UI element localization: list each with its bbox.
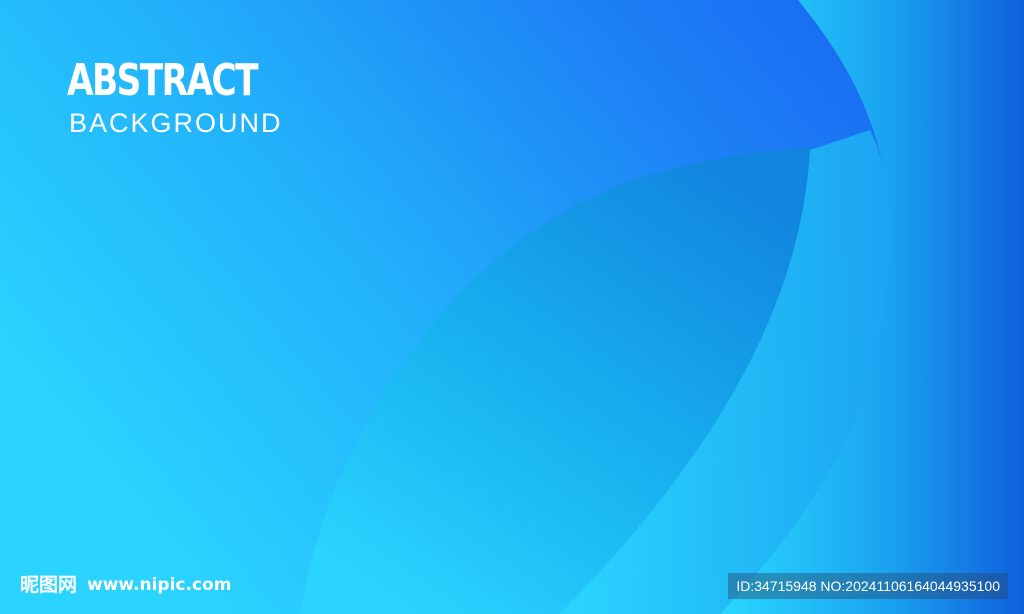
abstract-background-poster: ABSTRACT BACKGROUND 昵图网 www.nipic.com ID… [0, 0, 1024, 614]
watermark-id-badge: ID:34715948 NO:20241106164044935100 [728, 573, 1008, 599]
watermark-site-link[interactable]: www.nipic.com [87, 573, 231, 597]
poster-subtitle: BACKGROUND [69, 108, 283, 138]
watermark-brand: 昵图网 [20, 574, 78, 596]
poster-title: ABSTRACT [67, 55, 259, 106]
watermark-logo: 昵图网 www.nipic.com [20, 573, 231, 597]
